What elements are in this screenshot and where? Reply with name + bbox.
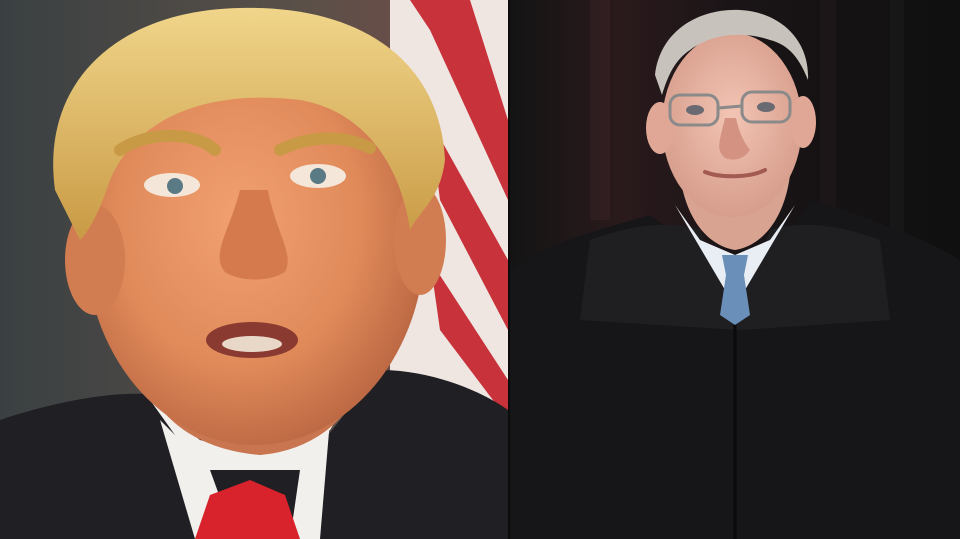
right-ear	[790, 96, 816, 148]
left-photo-panel	[0, 0, 508, 539]
photo-composite	[0, 0, 960, 539]
left-portrait-photo	[0, 0, 508, 539]
right-photo-panel	[510, 0, 960, 539]
blue-tie	[720, 255, 750, 325]
right-portrait-photo	[510, 0, 960, 539]
